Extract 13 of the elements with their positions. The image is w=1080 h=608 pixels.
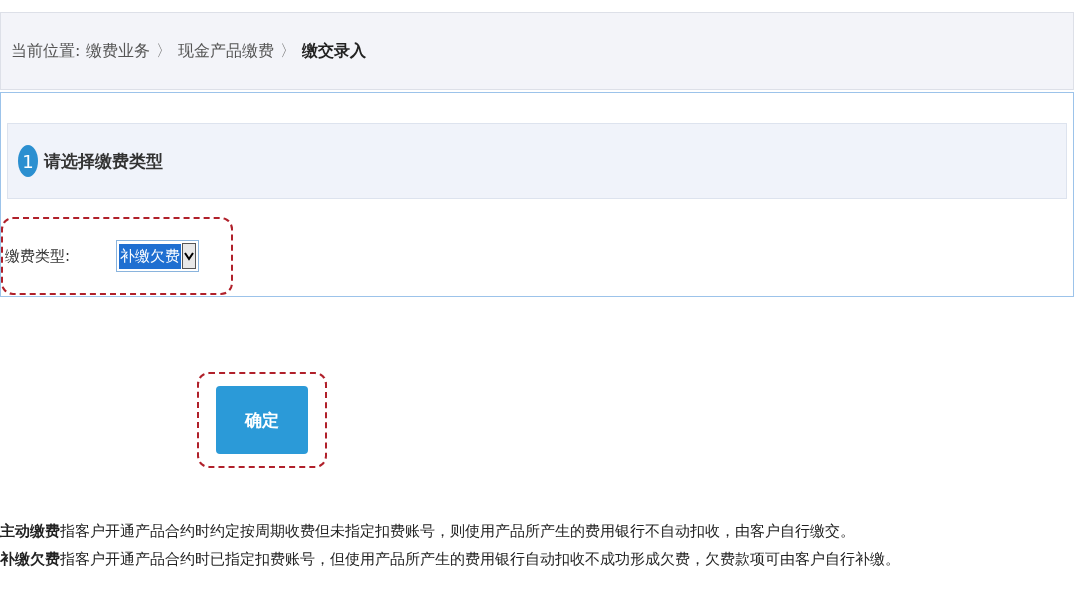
breadcrumb-item: 缴交录入 [302,40,367,62]
step-title: 请选择缴费类型 [44,149,163,173]
breadcrumb-label: 当前位置: [11,40,81,62]
breadcrumb-separator: 〉 [280,40,297,62]
breadcrumb-item[interactable]: 缴费业务 [86,40,151,62]
caret-icon [182,243,197,269]
note-text: 补缴欠费指客户开通产品合约时已指定扣费账号，但使用产品所产生的费用银行自动扣收不成功形成欠费，欠费款项可由客户自行补缴。 [0,550,901,569]
breadcrumb-item[interactable]: 现金产品缴费 [178,40,275,62]
step-number: 1 [18,145,38,177]
breadcrumb-separator: 〉 [156,40,173,62]
note-text: 主动缴费指客户开通产品合约时约定按周期收费但未指定扣费账号，则使用产品所产生的费用银行不自动扣收，由客户自行缴交。 [0,522,856,541]
field-label: 缴费类型: [5,246,71,266]
type-select[interactable]: 补缴欠费 [116,240,200,272]
